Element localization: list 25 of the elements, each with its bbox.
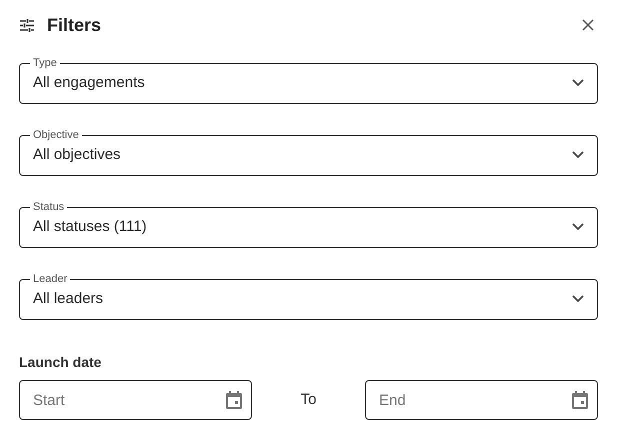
field-label: Objective xyxy=(32,129,80,141)
range-separator: To xyxy=(300,390,318,410)
chevron-down-icon xyxy=(572,295,584,303)
select-value: All engagements xyxy=(33,72,146,93)
dialog-title: Filters xyxy=(47,14,102,36)
chevron-down-icon xyxy=(572,79,584,87)
select-value: All statuses (111) xyxy=(33,216,148,237)
calendar-icon[interactable] xyxy=(572,391,588,409)
select-field[interactable]: Type All engagements xyxy=(19,57,598,104)
select-value: All leaders xyxy=(33,288,104,309)
select-field[interactable]: Leader All leaders xyxy=(19,273,598,320)
chevron-down-icon xyxy=(572,223,584,231)
close-button[interactable] xyxy=(580,17,596,33)
chevron-down-icon xyxy=(572,151,584,159)
select-field[interactable]: Objective All objectives xyxy=(19,129,598,176)
end-date-field[interactable]: End xyxy=(365,380,598,420)
field-label: Leader xyxy=(32,273,68,285)
calendar-icon[interactable] xyxy=(226,391,242,409)
field-label: Type xyxy=(32,57,58,69)
select-field[interactable]: Status All statuses (111) xyxy=(19,201,598,248)
launch-date-label: Launch date xyxy=(19,353,102,372)
select-value: All objectives xyxy=(33,144,122,165)
field-label: Status xyxy=(32,201,66,213)
start-date-field[interactable]: Start xyxy=(19,380,252,420)
filter-sliders-icon xyxy=(20,18,34,32)
